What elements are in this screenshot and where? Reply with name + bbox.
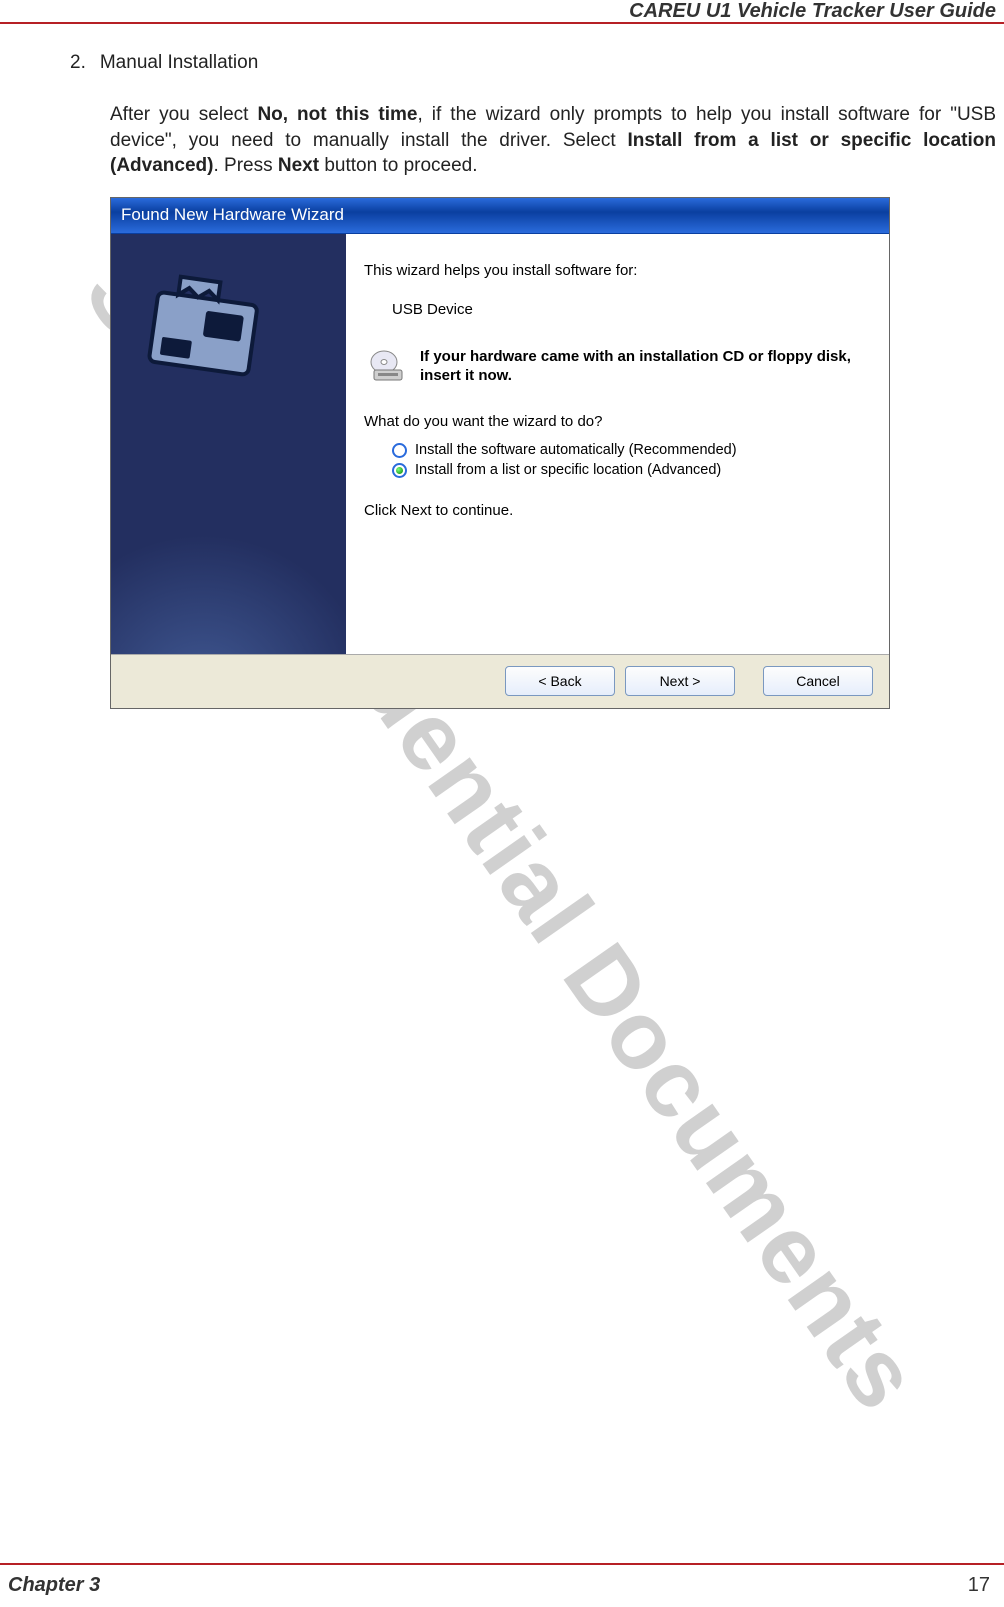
section-title: Manual Installation (100, 52, 258, 74)
footer-page-number: 17 (968, 1574, 990, 1597)
para-pre: After you select (110, 104, 257, 125)
radio-unchecked-icon (392, 443, 407, 458)
wizard-main-panel: This wizard helps you install software f… (346, 234, 889, 654)
side-art-gradient (111, 534, 346, 654)
wizard-body: This wizard helps you install software f… (111, 234, 889, 654)
radio-label-advanced: Install from a list or specific location… (415, 462, 721, 478)
cancel-button[interactable]: Cancel (763, 666, 873, 696)
wizard-cd-row: If your hardware came with an installati… (368, 348, 865, 386)
hardware-icon (131, 254, 311, 434)
cd-icon (368, 350, 408, 384)
wizard-titlebar: Found New Hardware Wizard (111, 198, 889, 234)
para-mid2: . Press (213, 155, 277, 176)
radio-option-auto[interactable]: Install the software automatically (Reco… (392, 442, 865, 458)
footer-chapter: Chapter 3 (8, 1574, 100, 1597)
wizard-intro-text: This wizard helps you install software f… (364, 262, 865, 279)
section-paragraph: After you select No, not this time, if t… (110, 102, 996, 179)
section-heading: 2. Manual Installation (70, 52, 996, 74)
next-button[interactable]: Next > (625, 666, 735, 696)
back-button[interactable]: < Back (505, 666, 615, 696)
wizard-device-name: USB Device (392, 301, 865, 318)
content-area: 2. Manual Installation After you select … (70, 52, 996, 709)
radio-checked-icon (392, 463, 407, 478)
wizard-click-next-text: Click Next to continue. (364, 502, 865, 519)
wizard-question: What do you want the wizard to do? (364, 413, 865, 430)
wizard-radio-group: Install the software automatically (Reco… (392, 442, 865, 482)
radio-option-advanced[interactable]: Install from a list or specific location… (392, 462, 865, 478)
wizard-window: Found New Hardware Wizard This (110, 197, 890, 709)
footer-rule (0, 1563, 1004, 1565)
para-bold1: No, not this time (257, 104, 417, 125)
para-bold3: Next (278, 155, 319, 176)
wizard-side-art (111, 234, 346, 654)
para-end: button to proceed. (319, 155, 477, 176)
wizard-title: Found New Hardware Wizard (121, 205, 344, 225)
radio-label-auto: Install the software automatically (Reco… (415, 442, 737, 458)
wizard-button-row: < Back Next > Cancel (111, 654, 889, 708)
page-header-title: CAREU U1 Vehicle Tracker User Guide (629, 0, 996, 23)
wizard-cd-text: If your hardware came with an installati… (420, 348, 865, 386)
section-number: 2. (70, 52, 86, 74)
